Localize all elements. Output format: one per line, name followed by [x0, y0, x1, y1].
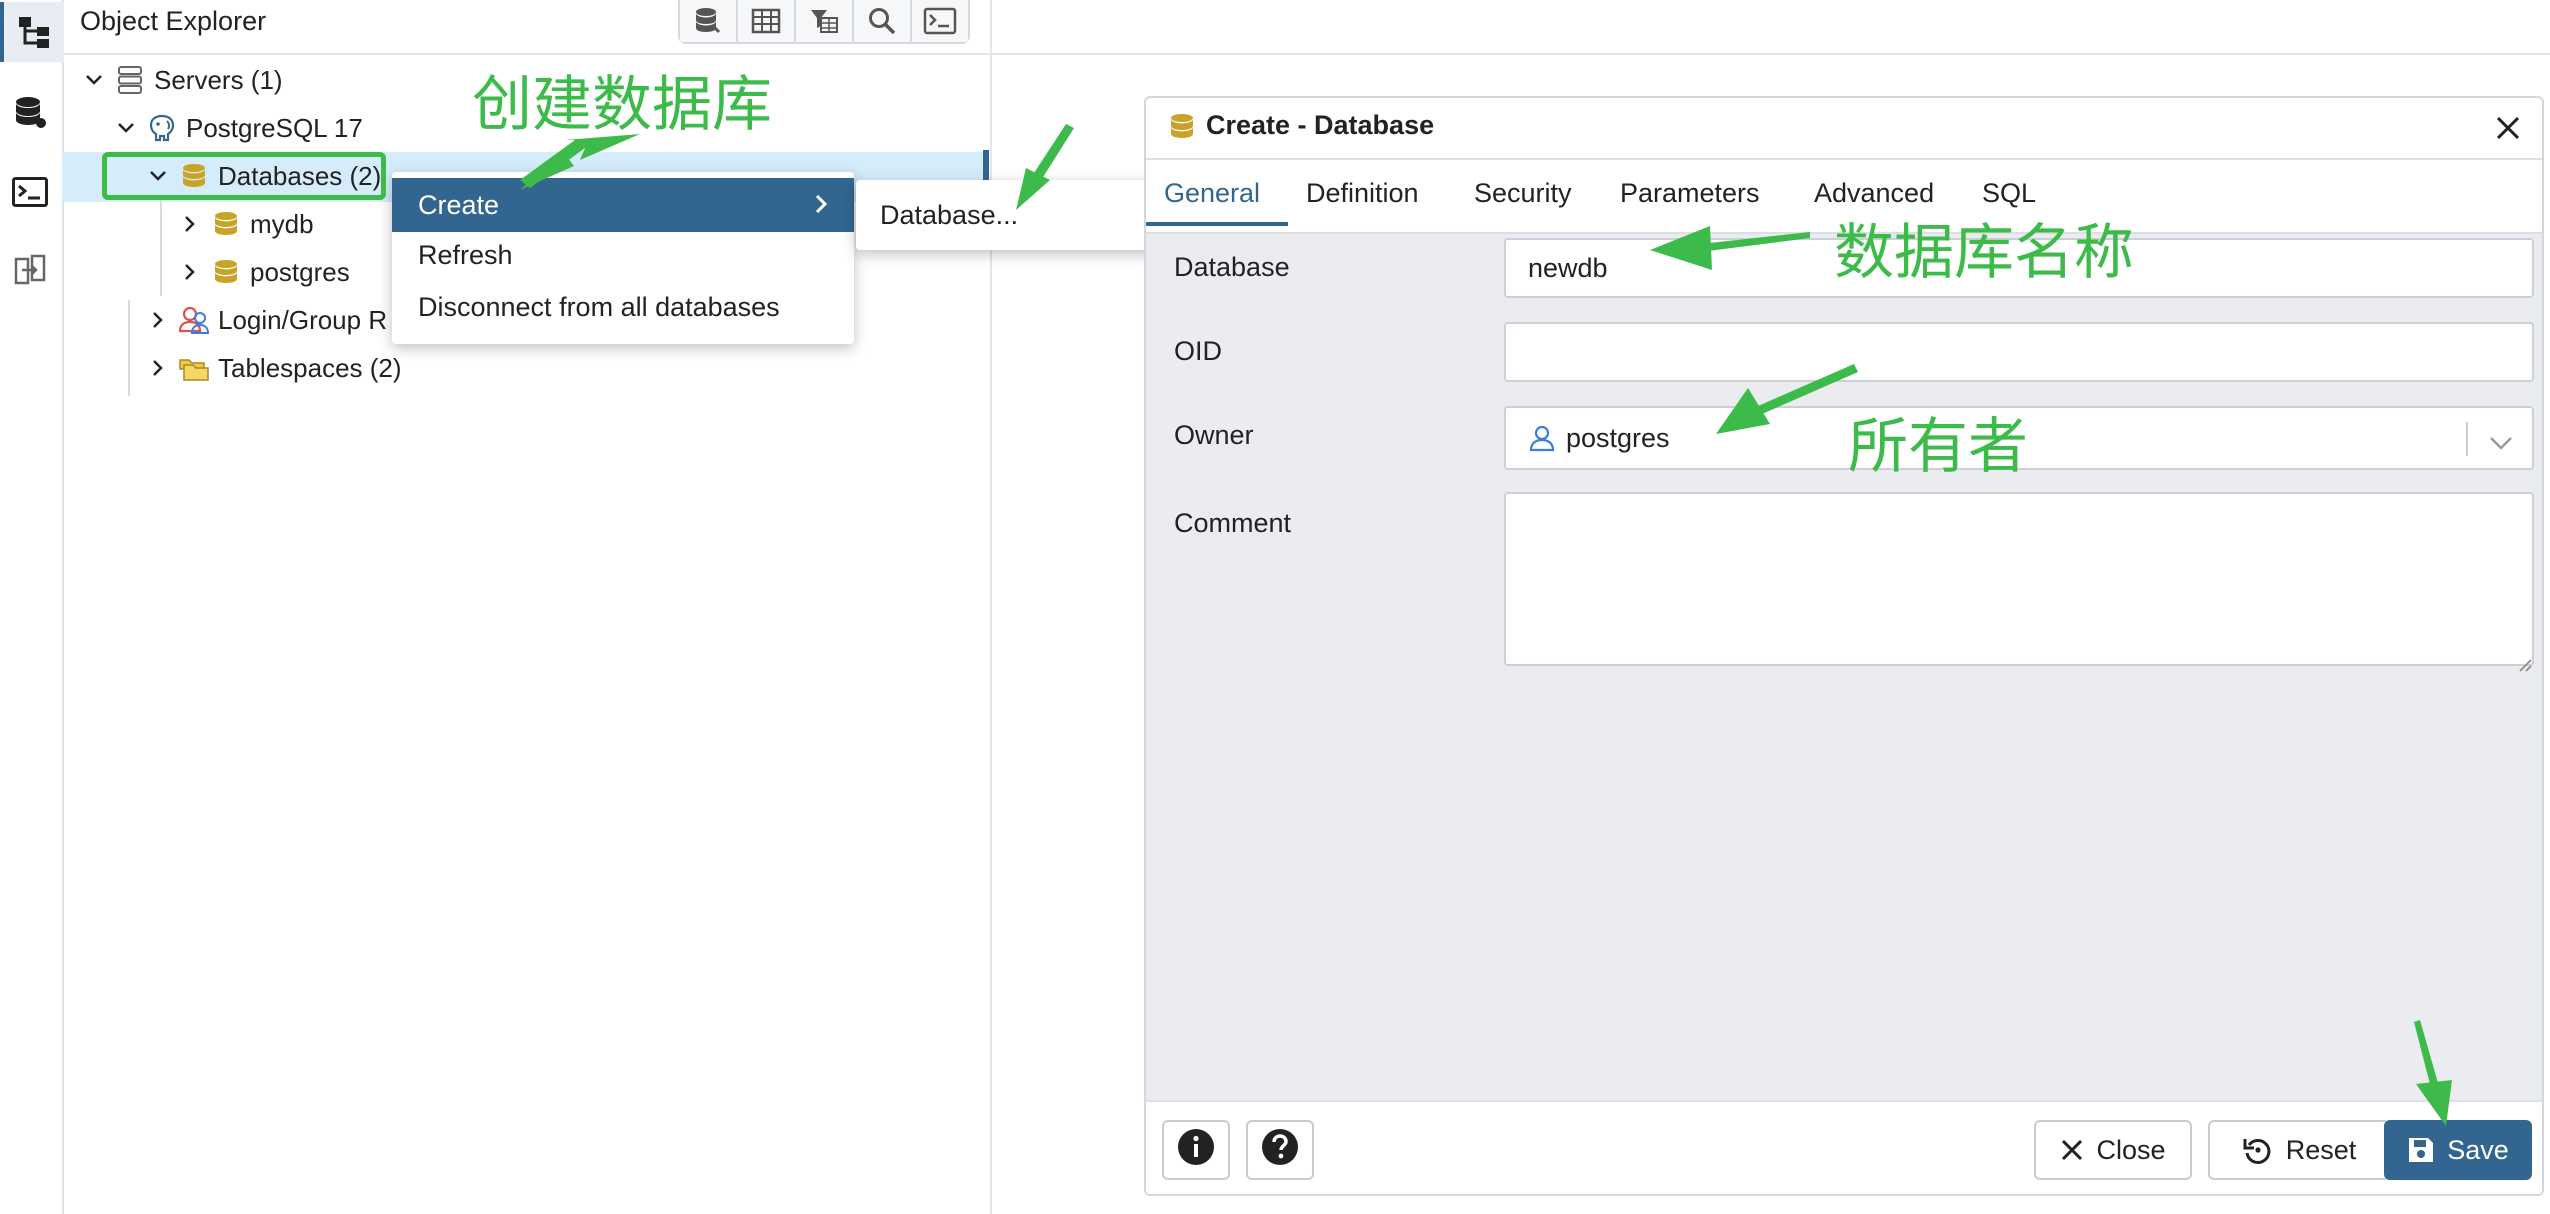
postgresql-elephant-icon: [146, 112, 178, 144]
tree-guide: [128, 300, 130, 396]
chevron-right-icon[interactable]: [144, 306, 172, 334]
schema-diff-icon[interactable]: [0, 240, 60, 300]
tab-parameters[interactable]: Parameters: [1620, 178, 1760, 209]
close-button-label: Close: [2096, 1134, 2166, 1165]
reset-button[interactable]: Reset: [2208, 1120, 2390, 1180]
database-icon: [210, 208, 242, 240]
explorer-title: Object Explorer: [80, 6, 267, 36]
submenu-database[interactable]: Database...: [856, 180, 1170, 250]
terminal-icon[interactable]: [912, 0, 968, 42]
owner-value: postgres: [1566, 422, 1670, 453]
table-icon[interactable]: [738, 0, 796, 42]
servers-icon: [114, 64, 146, 96]
owner-label: Owner: [1174, 420, 1254, 450]
user-icon: [1528, 424, 1556, 452]
comment-label: Comment: [1174, 508, 1292, 538]
database-label: Database: [1174, 252, 1290, 282]
dialog-title: Create - Database: [1206, 110, 1435, 140]
reset-button-label: Reset: [2285, 1134, 2357, 1165]
close-icon: [2060, 1138, 2084, 1162]
tree-label-servers: Servers (1): [154, 64, 283, 95]
tablespaces-folder-icon: [178, 352, 210, 384]
oid-input[interactable]: [1504, 322, 2534, 382]
reset-icon: [2242, 1134, 2274, 1166]
filter-table-icon[interactable]: [796, 0, 854, 42]
context-menu-create-label: Create: [418, 189, 500, 220]
annotation-arrow: [1032, 124, 1074, 182]
left-rail: [0, 0, 64, 1214]
help-button[interactable]: [1246, 1120, 1314, 1180]
close-button[interactable]: Close: [2034, 1120, 2192, 1180]
save-button[interactable]: Save: [2384, 1120, 2532, 1180]
context-menu-disconnect[interactable]: Disconnect from all databases: [418, 292, 780, 323]
database-icon: [210, 256, 242, 288]
resize-handle-icon[interactable]: [2516, 648, 2532, 679]
tree-item-tablespaces[interactable]: Tablespaces (2): [144, 345, 402, 391]
tree-item-postgres[interactable]: postgres: [176, 249, 350, 295]
tree-guide: [160, 200, 162, 296]
help-icon: [1260, 1127, 1300, 1174]
context-menu-create[interactable]: Create: [392, 178, 854, 232]
chevron-right-icon[interactable]: [144, 354, 172, 382]
dialog-footer: Close Reset Save: [1146, 1100, 2542, 1194]
tab-definition[interactable]: Definition: [1306, 178, 1419, 209]
annotation-create-db: 创建数据库: [472, 70, 772, 140]
query-tool-database-icon[interactable]: [0, 82, 60, 142]
tree-label-mydb: mydb: [250, 208, 314, 239]
annotation-db-name: 数据库名称: [1834, 218, 2134, 288]
tree-item-mydb[interactable]: mydb: [176, 201, 314, 247]
dialog-header: Create - Database: [1146, 98, 2542, 160]
tree-label-login-roles: Login/Group R: [218, 304, 388, 335]
context-menu-refresh[interactable]: Refresh: [418, 240, 513, 271]
comment-textarea[interactable]: [1504, 492, 2534, 672]
explorer-toolbar: [678, 0, 970, 44]
object-explorer-icon[interactable]: [0, 2, 64, 62]
context-menu: Create Refresh Disconnect from all datab…: [392, 172, 854, 344]
tree-item-login-roles[interactable]: Login/Group R: [144, 297, 387, 343]
database-name-value: newdb: [1528, 252, 1608, 283]
select-divider: [2466, 422, 2468, 456]
active-tab-underline: [1146, 222, 1288, 226]
explorer-divider: [62, 53, 990, 55]
psql-terminal-icon[interactable]: [0, 162, 60, 222]
close-icon[interactable]: [2490, 110, 2526, 146]
chevron-right-icon[interactable]: [176, 258, 204, 286]
tree-label-tablespaces: Tablespaces (2): [218, 352, 402, 383]
chevron-right-icon: [814, 190, 830, 225]
tab-general[interactable]: General: [1164, 178, 1260, 209]
info-button[interactable]: [1162, 1120, 1230, 1180]
right-panel-divider: [992, 53, 2550, 55]
tree-label-server: PostgreSQL 17: [186, 112, 363, 143]
oid-label: OID: [1174, 336, 1223, 366]
chevron-down-icon[interactable]: [2488, 428, 2514, 459]
chevron-down-icon[interactable]: [112, 114, 140, 142]
save-icon: [2407, 1136, 2435, 1164]
tab-security[interactable]: Security: [1474, 178, 1572, 209]
annotation-highlight-box: [102, 152, 386, 200]
database-icon: [1168, 112, 1196, 147]
chevron-right-icon[interactable]: [176, 210, 204, 238]
search-icon[interactable]: [854, 0, 912, 42]
database-icon[interactable]: [680, 0, 738, 42]
save-button-label: Save: [2447, 1134, 2509, 1165]
roles-icon: [178, 304, 210, 336]
tree-item-servers[interactable]: Servers (1): [80, 57, 283, 103]
tree-item-server[interactable]: PostgreSQL 17: [112, 105, 363, 151]
annotation-owner: 所有者: [1848, 412, 2028, 482]
tree-label-postgres: postgres: [250, 256, 350, 287]
info-icon: [1176, 1127, 1216, 1174]
chevron-down-icon[interactable]: [80, 66, 108, 94]
